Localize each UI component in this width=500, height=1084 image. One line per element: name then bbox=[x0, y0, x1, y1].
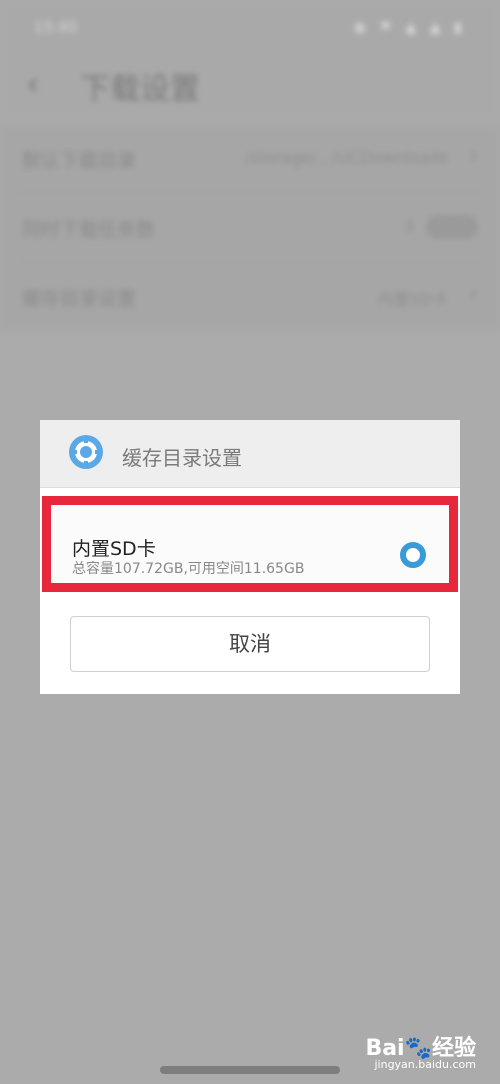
radio-button-selected[interactable] bbox=[400, 542, 426, 568]
setting-label: 缓存目录设置 bbox=[22, 288, 137, 310]
option-description: 总容量107.72GB,可用空间11.65GB bbox=[72, 561, 305, 577]
settings-list: 默认下载目录 /storage/.../UCDownloads › 同时下载任务… bbox=[0, 124, 500, 330]
setting-row-cache-dir[interactable]: 缓存目录设置 内置SD卡 › bbox=[0, 262, 500, 330]
app-bar: ‹ 下载设置 bbox=[0, 56, 500, 120]
gear-icon bbox=[69, 435, 103, 469]
status-icons: ◉ ⚑ ▲ ▲ ▮ bbox=[353, 18, 466, 36]
stepper-control[interactable] bbox=[426, 215, 478, 239]
back-arrow-icon[interactable]: ‹ bbox=[26, 64, 40, 104]
setting-row-concurrent-tasks[interactable]: 同时下载任务数 3 bbox=[0, 193, 500, 261]
setting-row-download-dir[interactable]: 默认下载目录 /storage/.../UCDownloads › bbox=[0, 124, 500, 192]
watermark-url: jingyan.baidu.com bbox=[374, 1058, 476, 1071]
setting-value: 3 bbox=[403, 217, 414, 236]
status-bar: 15:40 ◉ ⚑ ▲ ▲ ▮ bbox=[0, 0, 500, 56]
chevron-right-icon: › bbox=[469, 282, 478, 307]
dialog-header: 缓存目录设置 bbox=[40, 420, 460, 488]
dialog-title: 缓存目录设置 bbox=[122, 446, 242, 470]
setting-label: 同时下载任务数 bbox=[22, 219, 156, 241]
option-title: 内置SD卡 bbox=[72, 538, 156, 560]
cancel-button[interactable]: 取消 bbox=[70, 616, 430, 672]
setting-value: 内置SD卡 bbox=[377, 290, 448, 309]
home-indicator[interactable] bbox=[160, 1066, 340, 1074]
chevron-right-icon: › bbox=[469, 144, 478, 169]
page-title: 下载设置 bbox=[80, 72, 200, 107]
setting-label: 默认下载目录 bbox=[22, 150, 137, 172]
setting-value: /storage/.../UCDownloads bbox=[245, 148, 448, 167]
status-time: 15:40 bbox=[34, 18, 78, 36]
